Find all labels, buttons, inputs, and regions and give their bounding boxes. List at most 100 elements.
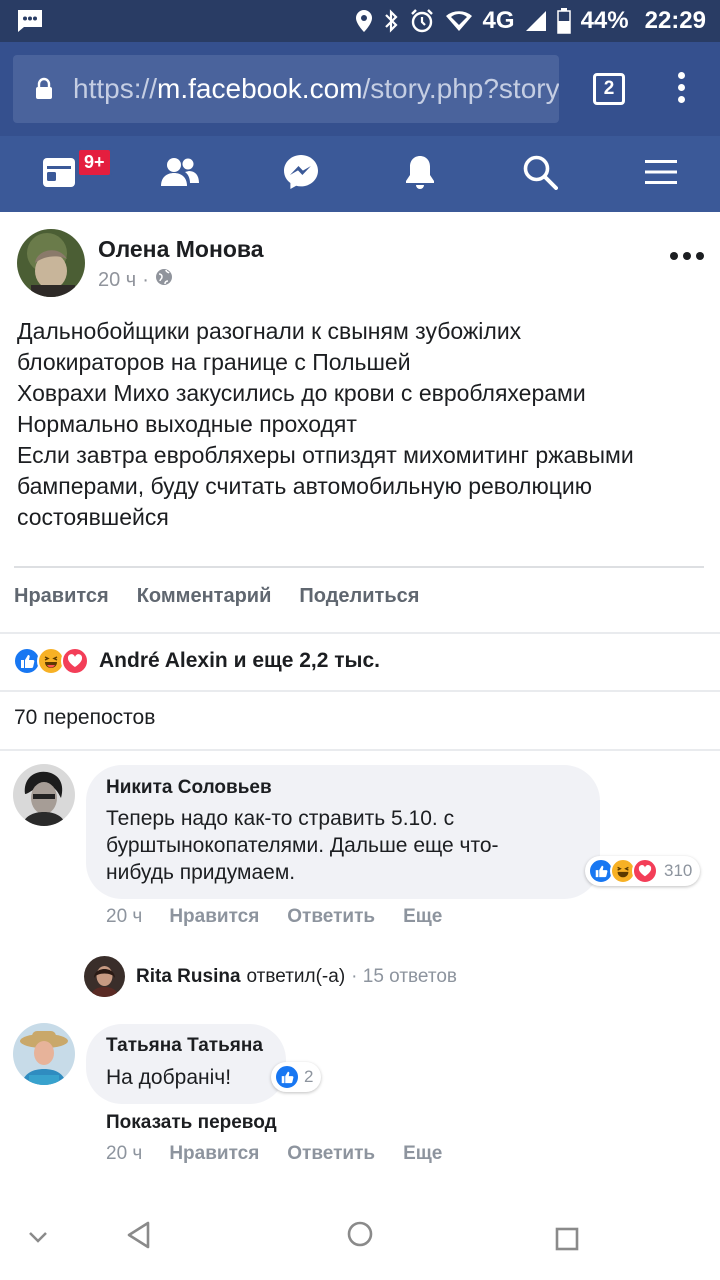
wifi-icon — [445, 10, 473, 32]
commenter-name[interactable]: Никита Соловьев — [106, 777, 272, 799]
comment-reactions[interactable]: 310 — [585, 856, 701, 886]
meta-separator: · — [142, 268, 149, 291]
comment-button[interactable]: Комментарий — [137, 585, 272, 608]
shares-count[interactable]: 70 перепостов — [14, 706, 155, 730]
divider — [0, 690, 720, 692]
messenger-tab[interactable] — [261, 136, 341, 212]
replied-text: ответил(-а) — [246, 965, 346, 987]
url-domain: m.facebook.com — [157, 73, 363, 104]
comment-line: бурштынокопателями. Дальше еще что- — [106, 834, 499, 857]
replies-preview[interactable]: Rita Rusina ответил(-а) · 15 ответов — [84, 956, 457, 997]
url-text: https://m.facebook.com/story.php?story_f… — [73, 55, 559, 123]
love-reaction-icon — [61, 647, 89, 675]
url-scheme: https:// — [73, 73, 158, 104]
notifications-icon — [403, 154, 437, 195]
comment-bubble: Никита Соловьев Теперь надо как-то страв… — [86, 765, 600, 899]
messenger-icon — [283, 154, 319, 195]
comment-like-button[interactable]: Нравится — [169, 1143, 259, 1165]
comment-line: На добраніч! — [106, 1066, 232, 1089]
comment-text: На добраніч! — [106, 1064, 231, 1091]
like-button[interactable]: Нравится — [14, 585, 109, 608]
search-tab[interactable] — [500, 136, 580, 212]
post-body: Дальнобойщики разогнали к свыням зубожіл… — [17, 316, 707, 533]
status-bar: 4G 44% 22:29 — [0, 0, 720, 42]
news-feed-tab[interactable]: 9+ — [20, 136, 112, 212]
alarm-icon — [409, 8, 435, 34]
comment-reply-button[interactable]: Ответить — [287, 1143, 375, 1165]
comment-more-button[interactable]: Еще — [403, 1143, 442, 1165]
commenter-avatar[interactable] — [13, 764, 75, 826]
post-line: бамперами, буду считать автомобильную ре… — [17, 473, 592, 499]
post-actions: Нравится Комментарий Поделиться — [14, 585, 419, 608]
post-author-name[interactable]: Олена Монова — [98, 236, 264, 263]
comment-line: Теперь надо как-то стравить 5.10. с — [106, 807, 455, 830]
author-avatar[interactable] — [17, 229, 85, 297]
like-reaction-icon — [274, 1064, 300, 1090]
divider — [0, 749, 720, 751]
reaction-count: 310 — [664, 861, 693, 880]
browser-toolbar: https://m.facebook.com/story.php?story_f… — [0, 42, 720, 136]
share-button[interactable]: Поделиться — [299, 585, 419, 608]
news-feed-icon — [42, 155, 78, 194]
post-time[interactable]: 20 ч — [98, 269, 136, 292]
globe-icon — [155, 268, 173, 292]
comment-text: Теперь надо как-то стравить 5.10. с бурш… — [106, 805, 586, 886]
signal-icon — [525, 10, 547, 32]
comment-reactions[interactable]: 2 — [271, 1062, 322, 1092]
post-meta: 20 ч · — [98, 268, 173, 292]
friends-icon — [161, 156, 199, 193]
menu-icon — [644, 158, 678, 191]
tab-switcher-button[interactable]: 2 — [593, 73, 625, 105]
comment-actions: 20 ч Нравится Ответить Еще — [106, 906, 470, 928]
post-line: Ховрахи Михо закусились до крови с евроб… — [17, 380, 586, 406]
message-icon — [16, 8, 44, 39]
reaction-count: 2 — [304, 1067, 314, 1086]
love-reaction-icon — [632, 858, 658, 884]
lock-icon — [35, 77, 53, 106]
post-line: Нормально выходные проходят — [17, 411, 357, 437]
recent-apps-icon[interactable] — [555, 1227, 579, 1256]
search-icon — [522, 154, 558, 195]
comment-bubble: Татьяна Татьяна На добраніч! — [86, 1024, 286, 1104]
comment-time[interactable]: 20 ч — [106, 906, 142, 928]
post-line: Дальнобойщики разогнали к свыням зубожіл… — [17, 318, 522, 344]
divider — [14, 566, 704, 568]
post-line: Если завтра евробляхеры отпиздят михомит… — [17, 442, 634, 468]
clock: 22:29 — [644, 7, 706, 34]
facebook-nav-bar: 9+ — [0, 136, 720, 212]
friends-tab[interactable] — [140, 136, 220, 212]
commenter-avatar[interactable] — [13, 1023, 75, 1085]
bluetooth-icon — [383, 9, 399, 33]
battery-icon — [556, 8, 571, 34]
commenter-name[interactable]: Татьяна Татьяна — [106, 1035, 263, 1057]
network-type: 4G — [482, 7, 515, 34]
comment-more-button[interactable]: Еще — [403, 906, 442, 928]
replier-name[interactable]: Rita Rusina — [136, 966, 241, 988]
divider — [0, 632, 720, 634]
replies-count[interactable]: · 15 ответов — [351, 966, 457, 988]
post-line: блокираторов на границе с Польшей — [17, 349, 411, 375]
post-line: состоявшейся — [17, 504, 169, 530]
reactions-text: André Alexin и еще 2,2 тыс. — [99, 649, 380, 672]
menu-tab[interactable] — [621, 136, 701, 212]
replier-avatar — [84, 956, 125, 997]
notifications-tab[interactable] — [380, 136, 460, 212]
url-path: /story.php?story_fbid — [362, 73, 559, 104]
reactions-summary[interactable]: André Alexin и еще 2,2 тыс. — [13, 647, 380, 675]
browser-menu-button[interactable] — [668, 72, 694, 108]
back-icon[interactable] — [126, 1220, 152, 1255]
chevron-down-icon[interactable] — [27, 1230, 49, 1249]
address-bar[interactable]: https://m.facebook.com/story.php?story_f… — [13, 55, 559, 123]
comment-reply-button[interactable]: Ответить — [287, 906, 375, 928]
post-options-button[interactable] — [670, 252, 704, 262]
battery-level: 44% — [580, 7, 629, 34]
location-icon — [355, 9, 373, 33]
comment-like-button[interactable]: Нравится — [169, 906, 259, 928]
comment-time[interactable]: 20 ч — [106, 1143, 142, 1165]
home-icon[interactable] — [346, 1220, 374, 1253]
notification-badge: 9+ — [77, 148, 112, 177]
comment-line: нибудь придумаем. — [106, 861, 296, 884]
system-nav-bar — [0, 1200, 720, 1280]
comment-actions: 20 ч Нравится Ответить Еще — [106, 1143, 470, 1165]
show-translation-link[interactable]: Показать перевод — [106, 1112, 277, 1134]
